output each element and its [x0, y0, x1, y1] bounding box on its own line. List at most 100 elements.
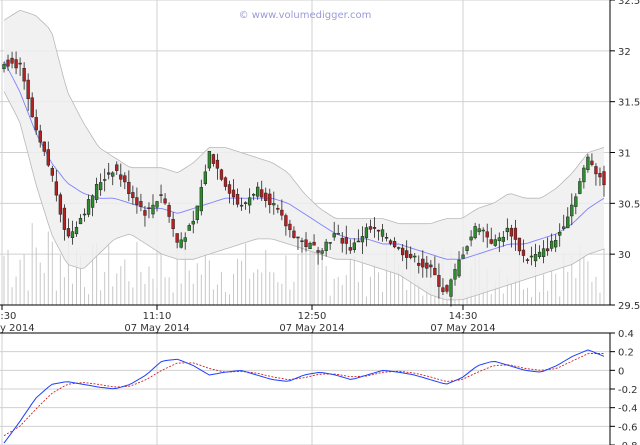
candle-body [66, 228, 71, 237]
candle-body [312, 241, 316, 246]
candle-body [304, 239, 308, 248]
candle-body [578, 181, 582, 194]
time-tick-label: 09:30 [0, 311, 16, 322]
candle-body [344, 237, 348, 244]
candle-body [489, 239, 493, 244]
candle-body [594, 166, 598, 175]
candle-body [62, 207, 67, 230]
time-tick-label: 12:50 [298, 311, 327, 322]
candle-body [151, 204, 155, 215]
candle-body [187, 225, 191, 231]
candle-body [296, 236, 300, 239]
candle-body [405, 250, 409, 258]
candle-body [574, 196, 578, 207]
candle-body [2, 64, 6, 70]
candle-body [167, 205, 171, 217]
candle-body [78, 217, 83, 225]
candle-body [175, 233, 179, 243]
candle-body [590, 160, 594, 165]
price-tick-label: 29.5 [618, 301, 640, 312]
time-axis-ticks: 09:3007 May 201411:1007 May 201412:5007 … [0, 305, 496, 334]
price-axis-ticks: 29.5 30 30.5 31 31.5 32 32.5 [610, 0, 640, 312]
candle-body [280, 209, 284, 216]
candle-body [602, 171, 606, 186]
candle-body [429, 264, 433, 268]
candle-body [477, 228, 481, 233]
candle-body [413, 255, 417, 258]
candle-body [264, 192, 268, 201]
candle-body [86, 199, 91, 215]
oscillator-gridlines [0, 332, 610, 445]
candle-body [558, 231, 562, 236]
candle-body [598, 173, 602, 178]
candle-body [586, 156, 590, 170]
candle-body [243, 202, 248, 204]
candle-body [384, 237, 389, 239]
candle-body [308, 242, 312, 250]
candle-body [469, 236, 473, 241]
candle-body [268, 193, 272, 205]
candle-body [171, 219, 175, 230]
candle-body [219, 169, 224, 180]
oscillator-tick-label: 0.2 [618, 348, 634, 359]
candle-body [465, 246, 469, 251]
candle-body [332, 233, 336, 238]
candle-body [256, 186, 260, 197]
candle-body [409, 253, 413, 258]
candle-body [18, 62, 22, 65]
date-tick-label: 07 May 2014 [0, 323, 35, 334]
candle-body [521, 249, 526, 256]
oscillator-tick-label: -0.2 [618, 385, 638, 396]
candle-body [103, 179, 107, 181]
candle-body [554, 240, 558, 248]
candle-body [352, 242, 356, 250]
candle-body [54, 181, 59, 196]
candle-body [437, 275, 441, 287]
candle-body [525, 259, 530, 261]
candle-body [566, 216, 570, 229]
candle-body [396, 247, 401, 249]
candle-body [111, 172, 115, 177]
candle-body [284, 215, 288, 227]
candle-body [292, 230, 296, 238]
candle-body [231, 189, 236, 198]
price-tick-label: 30.5 [618, 199, 640, 210]
candle-body [372, 227, 377, 229]
oscillator-tick-label: -0.4 [618, 404, 638, 415]
candle-body [364, 227, 369, 239]
candle-body [30, 97, 34, 118]
candle-body [139, 201, 143, 207]
candle-body [485, 231, 489, 238]
candle-body [336, 233, 340, 235]
time-tick-label: 11:10 [143, 311, 172, 322]
candle-body [38, 130, 42, 143]
candle-body [42, 141, 46, 152]
candle-body [98, 182, 103, 191]
candle-body [147, 207, 151, 209]
candle-body [461, 254, 465, 259]
candle-body [288, 223, 292, 231]
candle-body [239, 204, 244, 207]
candle-body [191, 220, 195, 225]
candle-body [163, 198, 167, 204]
candle-body [70, 231, 75, 238]
candle-body [115, 164, 119, 171]
candle-body [227, 184, 232, 194]
price-panel: 29.53030.53131.53232.5 09:3007 May 2014 1… [0, 0, 640, 334]
candle-body [272, 203, 276, 206]
candle-body [368, 226, 373, 230]
candle-body [183, 237, 187, 242]
candle-body [300, 240, 304, 242]
candle-body [380, 229, 385, 237]
oscillator-tick-label: -0.8 [618, 441, 638, 445]
candle-body [195, 205, 199, 220]
chart-canvas: 29.53030.53131.53232.5 09:3007 May 2014 1… [0, 0, 640, 445]
candle-body [417, 262, 421, 266]
candle-body [356, 240, 361, 243]
candle-body [123, 175, 127, 183]
watermark-text: © www.volumedigger.com [239, 10, 372, 21]
candle-body [6, 59, 10, 67]
oscillator-tick-label: -0.6 [618, 422, 638, 433]
oscillator-tick-label: 0.4 [618, 329, 634, 340]
oscillator-main-line [3, 349, 605, 444]
